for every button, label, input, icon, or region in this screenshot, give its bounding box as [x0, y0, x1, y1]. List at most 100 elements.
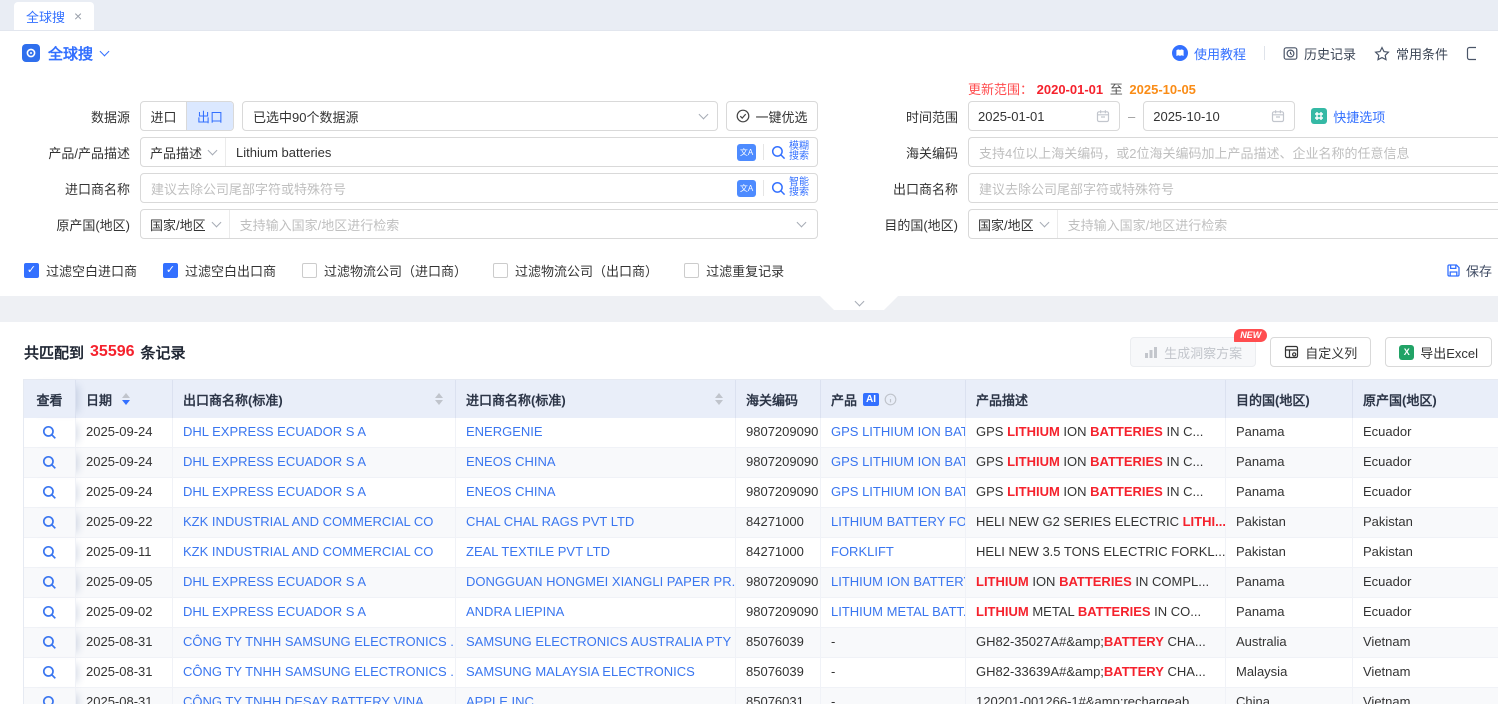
- sort-icons[interactable]: [715, 393, 725, 405]
- quick-options-button[interactable]: 快捷选项: [1311, 107, 1385, 126]
- product-link[interactable]: FORKLIFT: [831, 544, 894, 559]
- sort-desc-icon[interactable]: [715, 400, 723, 405]
- exporter-link[interactable]: DHL EXPRESS ECUADOR S A: [183, 604, 366, 619]
- importer-name-input[interactable]: 建议去除公司尾部字符或特殊符号: [141, 179, 737, 198]
- exporter-cell: DHL EXPRESS ECUADOR S A: [173, 448, 456, 478]
- exporter-link[interactable]: CÔNG TY TNHH DESAY BATTERY VINA: [183, 694, 424, 704]
- filter-label: 过滤空白进口商: [46, 261, 137, 280]
- checkbox[interactable]: ✓: [163, 263, 178, 278]
- description-text: GH82-33639A#&amp;: [976, 664, 1104, 679]
- filter-checkbox-item-3[interactable]: 过滤物流公司（出口商）: [493, 261, 658, 280]
- column-header-8[interactable]: 原产国(地区): [1353, 380, 1498, 418]
- exporter-link[interactable]: KZK INDUSTRIAL AND COMMERCIAL CO: [183, 514, 433, 529]
- sort-asc-icon[interactable]: [435, 393, 443, 398]
- column-header-1[interactable]: 日期: [76, 380, 173, 418]
- product-link[interactable]: LITHIUM BATTERY FO...: [831, 514, 966, 529]
- importer-link[interactable]: SAMSUNG ELECTRONICS AUSTRALIA PTY: [466, 634, 731, 649]
- date-from-input[interactable]: 2025-01-01: [968, 101, 1120, 131]
- origin-country-input[interactable]: 支持输入国家/地区进行检索: [230, 215, 798, 234]
- hscode-input[interactable]: 支持4位以上海关编码，或2位海关编码加上产品描述、企业名称的任意信息: [968, 137, 1498, 167]
- column-header-6[interactable]: 产品描述: [966, 380, 1226, 418]
- view-details-icon[interactable]: [42, 455, 57, 470]
- fuzzy-search-button[interactable]: 模糊 搜索: [771, 142, 817, 162]
- column-header-7[interactable]: 目的国(地区): [1226, 380, 1353, 418]
- filter-checkbox-item-2[interactable]: 过滤物流公司（进口商）: [302, 261, 467, 280]
- sort-asc-icon[interactable]: [122, 393, 130, 398]
- importer-link[interactable]: ZEAL TEXTILE PVT LTD: [466, 544, 610, 559]
- product-link[interactable]: GPS LITHIUM ION BAT...: [831, 454, 966, 469]
- column-header-3[interactable]: 进口商名称(标准): [456, 380, 736, 418]
- translate-icon[interactable]: 文A: [737, 180, 756, 197]
- importer-link[interactable]: ENEOS CHINA: [466, 454, 556, 469]
- smart-search-button[interactable]: 智能 搜索: [771, 178, 817, 198]
- importer-link[interactable]: CHAL CHAL RAGS PVT LTD: [466, 514, 634, 529]
- favorites-link[interactable]: 常用条件: [1374, 44, 1448, 63]
- translate-icon[interactable]: 文A: [737, 144, 756, 161]
- importer-link[interactable]: SAMSUNG MALAYSIA ELECTRONICS: [466, 664, 695, 679]
- importer-link[interactable]: ANDRA LIEPINA: [466, 604, 564, 619]
- sort-desc-icon[interactable]: [122, 400, 130, 405]
- import-toggle-button[interactable]: 进口: [141, 102, 187, 130]
- chevron-down-icon[interactable]: [100, 46, 110, 56]
- custom-columns-button[interactable]: 自定义列: [1270, 337, 1371, 367]
- product-link[interactable]: LITHIUM ION BATTERY: [831, 574, 966, 589]
- tutorial-link[interactable]: 使用教程: [1172, 44, 1246, 63]
- column-header-5[interactable]: 产品AI: [821, 380, 966, 418]
- column-header-0[interactable]: 查看: [24, 380, 76, 418]
- view-details-icon[interactable]: [42, 575, 57, 590]
- checkbox[interactable]: [684, 263, 699, 278]
- exporter-link[interactable]: DHL EXPRESS ECUADOR S A: [183, 424, 366, 439]
- origin-type-select[interactable]: 国家/地区: [141, 210, 230, 238]
- view-details-icon[interactable]: [42, 425, 57, 440]
- product-link[interactable]: GPS LITHIUM ION BAT...: [831, 484, 966, 499]
- datasource-select[interactable]: 已选中90个数据源: [242, 101, 718, 131]
- close-icon[interactable]: ×: [74, 8, 82, 24]
- exporter-link[interactable]: CÔNG TY TNHH SAMSUNG ELECTRONICS ...: [183, 634, 456, 649]
- sort-asc-icon[interactable]: [715, 393, 723, 398]
- export-toggle-button[interactable]: 出口: [187, 102, 233, 130]
- history-link[interactable]: 历史记录: [1283, 44, 1356, 63]
- product-link[interactable]: GPS LITHIUM ION BAT...: [831, 424, 966, 439]
- view-details-icon[interactable]: [42, 695, 57, 704]
- exporter-link[interactable]: DHL EXPRESS ECUADOR S A: [183, 454, 366, 469]
- date-to-input[interactable]: 2025-10-10: [1143, 101, 1295, 131]
- save-button[interactable]: 保存: [1446, 261, 1492, 280]
- view-details-icon[interactable]: [42, 515, 57, 530]
- importer-link[interactable]: APPLE INC: [466, 694, 534, 704]
- view-details-icon[interactable]: [42, 545, 57, 560]
- product-type-select[interactable]: 产品描述: [141, 138, 226, 166]
- clipped-menu-icon[interactable]: [1466, 46, 1476, 61]
- one-click-optimize-button[interactable]: 一键优选: [726, 101, 818, 131]
- generate-insight-button[interactable]: 生成洞察方案 NEW: [1130, 337, 1256, 367]
- importer-link[interactable]: ENEOS CHINA: [466, 484, 556, 499]
- destination-country-input[interactable]: 支持输入国家/地区进行检索: [1058, 215, 1498, 234]
- sort-icons[interactable]: [122, 393, 130, 405]
- exporter-name-input[interactable]: 建议去除公司尾部字符或特殊符号: [968, 173, 1498, 203]
- exporter-link[interactable]: CÔNG TY TNHH SAMSUNG ELECTRONICS ...: [183, 664, 456, 679]
- filter-checkbox-item-0[interactable]: ✓ 过滤空白进口商: [24, 261, 137, 280]
- product-link[interactable]: LITHIUM METAL BATT...: [831, 604, 966, 619]
- product-search-input[interactable]: Lithium batteries: [226, 145, 737, 160]
- importer-link[interactable]: ENERGENIE: [466, 424, 543, 439]
- collapse-form-button[interactable]: [820, 296, 898, 310]
- destination-type-select[interactable]: 国家/地区: [969, 210, 1058, 238]
- exporter-link[interactable]: KZK INDUSTRIAL AND COMMERCIAL CO: [183, 544, 433, 559]
- checkbox[interactable]: [493, 263, 508, 278]
- column-header-2[interactable]: 出口商名称(标准): [173, 380, 456, 418]
- sort-icons[interactable]: [435, 393, 445, 405]
- view-details-icon[interactable]: [42, 485, 57, 500]
- exporter-link[interactable]: DHL EXPRESS ECUADOR S A: [183, 574, 366, 589]
- view-details-icon[interactable]: [42, 605, 57, 620]
- export-excel-button[interactable]: X 导出Excel: [1385, 337, 1492, 367]
- sort-desc-icon[interactable]: [435, 400, 443, 405]
- view-details-icon[interactable]: [42, 635, 57, 650]
- importer-link[interactable]: DONGGUAN HONGMEI XIANGLI PAPER PR...: [466, 574, 736, 589]
- view-details-icon[interactable]: [42, 665, 57, 680]
- checkbox[interactable]: [302, 263, 317, 278]
- exporter-link[interactable]: DHL EXPRESS ECUADOR S A: [183, 484, 366, 499]
- filter-checkbox-item-1[interactable]: ✓过滤空白出口商: [163, 261, 276, 280]
- column-header-4[interactable]: 海关编码: [736, 380, 821, 418]
- checkbox[interactable]: ✓: [24, 263, 39, 278]
- filter-checkbox-item-4[interactable]: 过滤重复记录: [684, 261, 784, 280]
- tab-global-search[interactable]: 全球搜 ×: [14, 2, 94, 30]
